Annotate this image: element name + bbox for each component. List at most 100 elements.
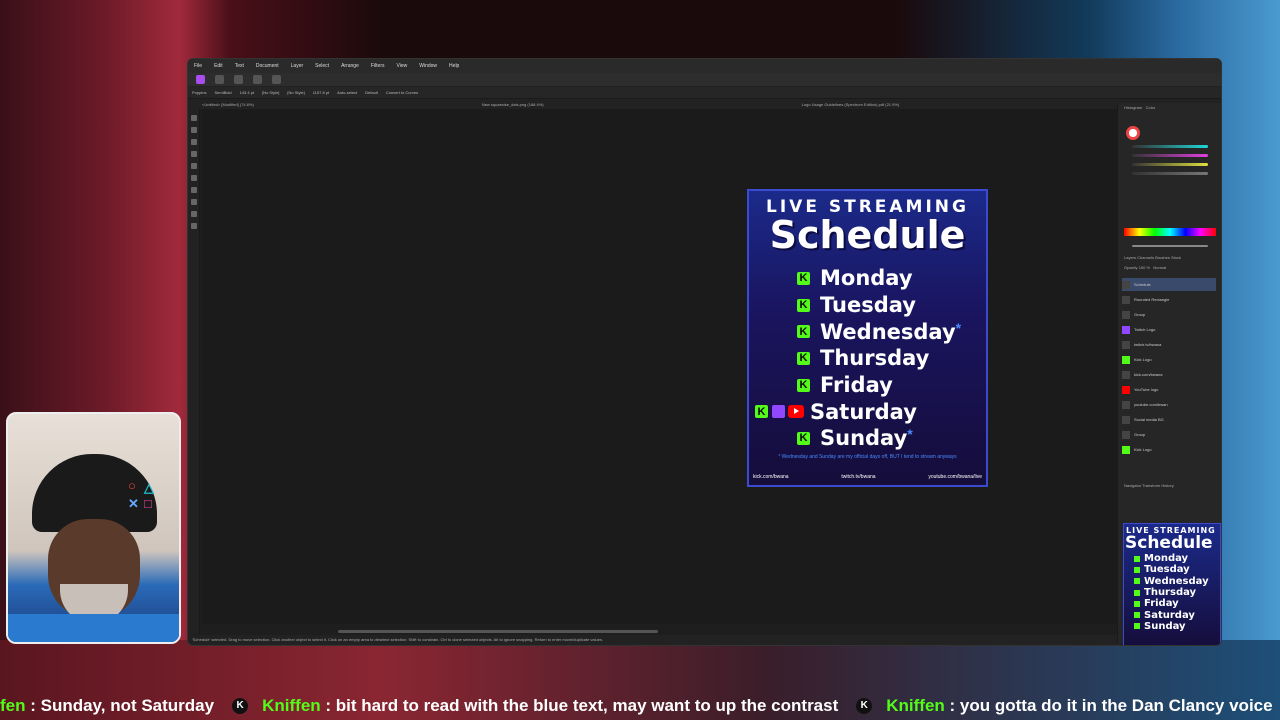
menu-arrange[interactable]: Arrange <box>341 63 359 69</box>
menu-view[interactable]: View <box>397 63 408 69</box>
opacity-label: Opacity <box>1124 265 1138 270</box>
navigator-preview[interactable]: LIVE STREAMING Schedule Monday Tuesday W… <box>1123 523 1221 645</box>
node-tool-icon[interactable] <box>190 127 197 133</box>
menu-filters[interactable]: Filters <box>371 63 385 69</box>
layer-item[interactable]: Schedule <box>1122 278 1216 291</box>
preview-day: Saturday <box>1124 609 1220 621</box>
zoom-tool-icon[interactable] <box>190 223 197 229</box>
day-row: K Monday <box>797 265 986 292</box>
horizontal-scrollbar[interactable] <box>338 630 658 633</box>
pixel-persona-icon[interactable] <box>234 75 243 84</box>
snapping-icon[interactable] <box>272 75 281 84</box>
kick-icon: K <box>797 298 810 312</box>
text-tool-icon[interactable] <box>190 211 197 217</box>
day-row: K Sunday * <box>797 425 986 452</box>
shape-tool-icon[interactable] <box>190 199 197 205</box>
menu-help[interactable]: Help <box>449 63 459 69</box>
brush-tool-icon[interactable] <box>190 175 197 181</box>
youtube-link: youtube.com/bwana/live <box>928 473 982 480</box>
menu-layer[interactable]: Layer <box>291 63 304 69</box>
preview-day: Tuesday <box>1124 564 1220 575</box>
layer-item[interactable]: twitch.tv/bwana <box>1122 338 1216 351</box>
layer-item[interactable]: Kick Logo <box>1122 443 1216 456</box>
layer-thumb <box>1122 280 1130 289</box>
width-field[interactable]: 1157.8 pt <box>313 90 329 95</box>
layer-item[interactable]: Group <box>1122 428 1216 441</box>
menu-document[interactable]: Document <box>256 63 279 69</box>
layer-label: Group <box>1134 432 1146 437</box>
auto-select-dropdown[interactable]: Default <box>365 90 378 95</box>
layer-item[interactable]: Rounded Rectangle <box>1122 293 1216 306</box>
character-style-field[interactable]: [No Style] <box>287 90 304 95</box>
color-spectrum[interactable] <box>1124 228 1216 236</box>
tab-channels[interactable]: Channels <box>1137 255 1154 260</box>
font-size-field[interactable]: 143.4 pt <box>240 90 254 95</box>
blend-mode-select[interactable]: Normal <box>1153 265 1166 270</box>
layer-thumb <box>1122 400 1130 409</box>
shirt <box>8 614 179 642</box>
fill-tool-icon[interactable] <box>190 187 197 193</box>
color-slider[interactable] <box>1132 172 1208 175</box>
kick-icon <box>1134 578 1140 585</box>
move-tool-icon[interactable] <box>190 115 197 121</box>
layer-item[interactable]: Kick Logo <box>1122 353 1216 366</box>
color-slider[interactable] <box>1132 163 1208 166</box>
tab-png[interactable]: New squaesise_dais.png (168.4%) <box>468 102 558 107</box>
status-bar: 'Schedule' selected. Drag to move select… <box>188 635 1221 645</box>
font-style-field[interactable]: SemiBold <box>214 90 231 95</box>
document-tabs: <Untitled> [Modified] (74.6%) New squaes… <box>188 99 1221 109</box>
square-icon: □ <box>144 496 152 511</box>
tab-history[interactable]: History <box>1161 483 1173 488</box>
layer-thumb <box>1122 430 1130 439</box>
export-persona-icon[interactable] <box>253 75 262 84</box>
tab-layers[interactable]: Layers <box>1124 255 1136 260</box>
menu-text[interactable]: Text <box>235 63 244 69</box>
crop-tool-icon[interactable] <box>190 139 197 145</box>
auto-select-label[interactable]: Auto-select <box>337 90 357 95</box>
menu-file[interactable]: File <box>194 63 202 69</box>
tab-pdf[interactable]: Logo Usage Guidelines (Spectrum Edition)… <box>788 102 914 107</box>
layer-item[interactable]: YouTube logo <box>1122 383 1216 396</box>
layer-item[interactable]: Group <box>1122 308 1216 321</box>
tab-navigator[interactable]: Navigator <box>1124 483 1141 488</box>
schedule-artboard[interactable]: LIVE STREAMING Schedule K Monday K Tuesday… <box>747 189 988 487</box>
menu-window[interactable]: Window <box>419 63 437 69</box>
layer-item[interactable]: Social media BG <box>1122 413 1216 426</box>
opacity-slider[interactable] <box>1132 245 1208 247</box>
pencil-tool-icon[interactable] <box>190 163 197 169</box>
day-name: Wednesday <box>820 319 956 344</box>
kick-icon <box>1134 566 1140 573</box>
menu-edit[interactable]: Edit <box>214 63 223 69</box>
convert-to-curves-button[interactable]: Convert to Curves <box>386 90 418 95</box>
menu-bar: File Edit Text Document Layer Select Arr… <box>188 59 1221 73</box>
layer-thumb <box>1122 415 1130 424</box>
layer-item[interactable]: kick.com/bwana <box>1122 368 1216 381</box>
layer-label: Rounded Rectangle <box>1134 297 1170 302</box>
paragraph-style-field[interactable]: [No Style] <box>262 90 279 95</box>
opacity-value[interactable]: 100 % <box>1139 265 1150 270</box>
canvas[interactable]: LIVE STREAMING Schedule K Monday K Tuesday… <box>202 109 1117 624</box>
pen-tool-icon[interactable] <box>190 151 197 157</box>
color-swatch-icon[interactable] <box>1126 126 1140 140</box>
affinity-designer-window: File Edit Text Document Layer Select Arr… <box>187 58 1222 646</box>
color-slider[interactable] <box>1132 154 1208 157</box>
tab-brushes[interactable]: Brushes <box>1155 255 1170 260</box>
poster-title[interactable]: Schedule <box>749 213 986 257</box>
tab-stock[interactable]: Stock <box>1171 255 1181 260</box>
tab-color[interactable]: Color <box>1146 105 1156 110</box>
chat-message: Sunday, not Saturday <box>40 696 215 715</box>
preview-day-label: Saturday <box>1144 609 1195 621</box>
layer-label: YouTube logo <box>1134 387 1159 392</box>
tab-histogram[interactable]: Histogram <box>1124 105 1142 110</box>
persona-icon[interactable] <box>215 75 224 84</box>
color-slider[interactable] <box>1132 145 1208 148</box>
layer-item[interactable]: youtube.com/bwan <box>1122 398 1216 411</box>
menu-select[interactable]: Select <box>315 63 329 69</box>
tab-untitled[interactable]: <Untitled> [Modified] (74.6%) <box>188 102 268 107</box>
tab-transform[interactable]: Transform <box>1142 483 1160 488</box>
layer-label: Schedule <box>1134 282 1151 287</box>
preview-day-label: Sunday <box>1144 620 1186 632</box>
kick-icon: K <box>755 405 768 419</box>
font-family-field[interactable]: Poppins <box>192 90 206 95</box>
layer-item[interactable]: Twitch Logo <box>1122 323 1216 336</box>
